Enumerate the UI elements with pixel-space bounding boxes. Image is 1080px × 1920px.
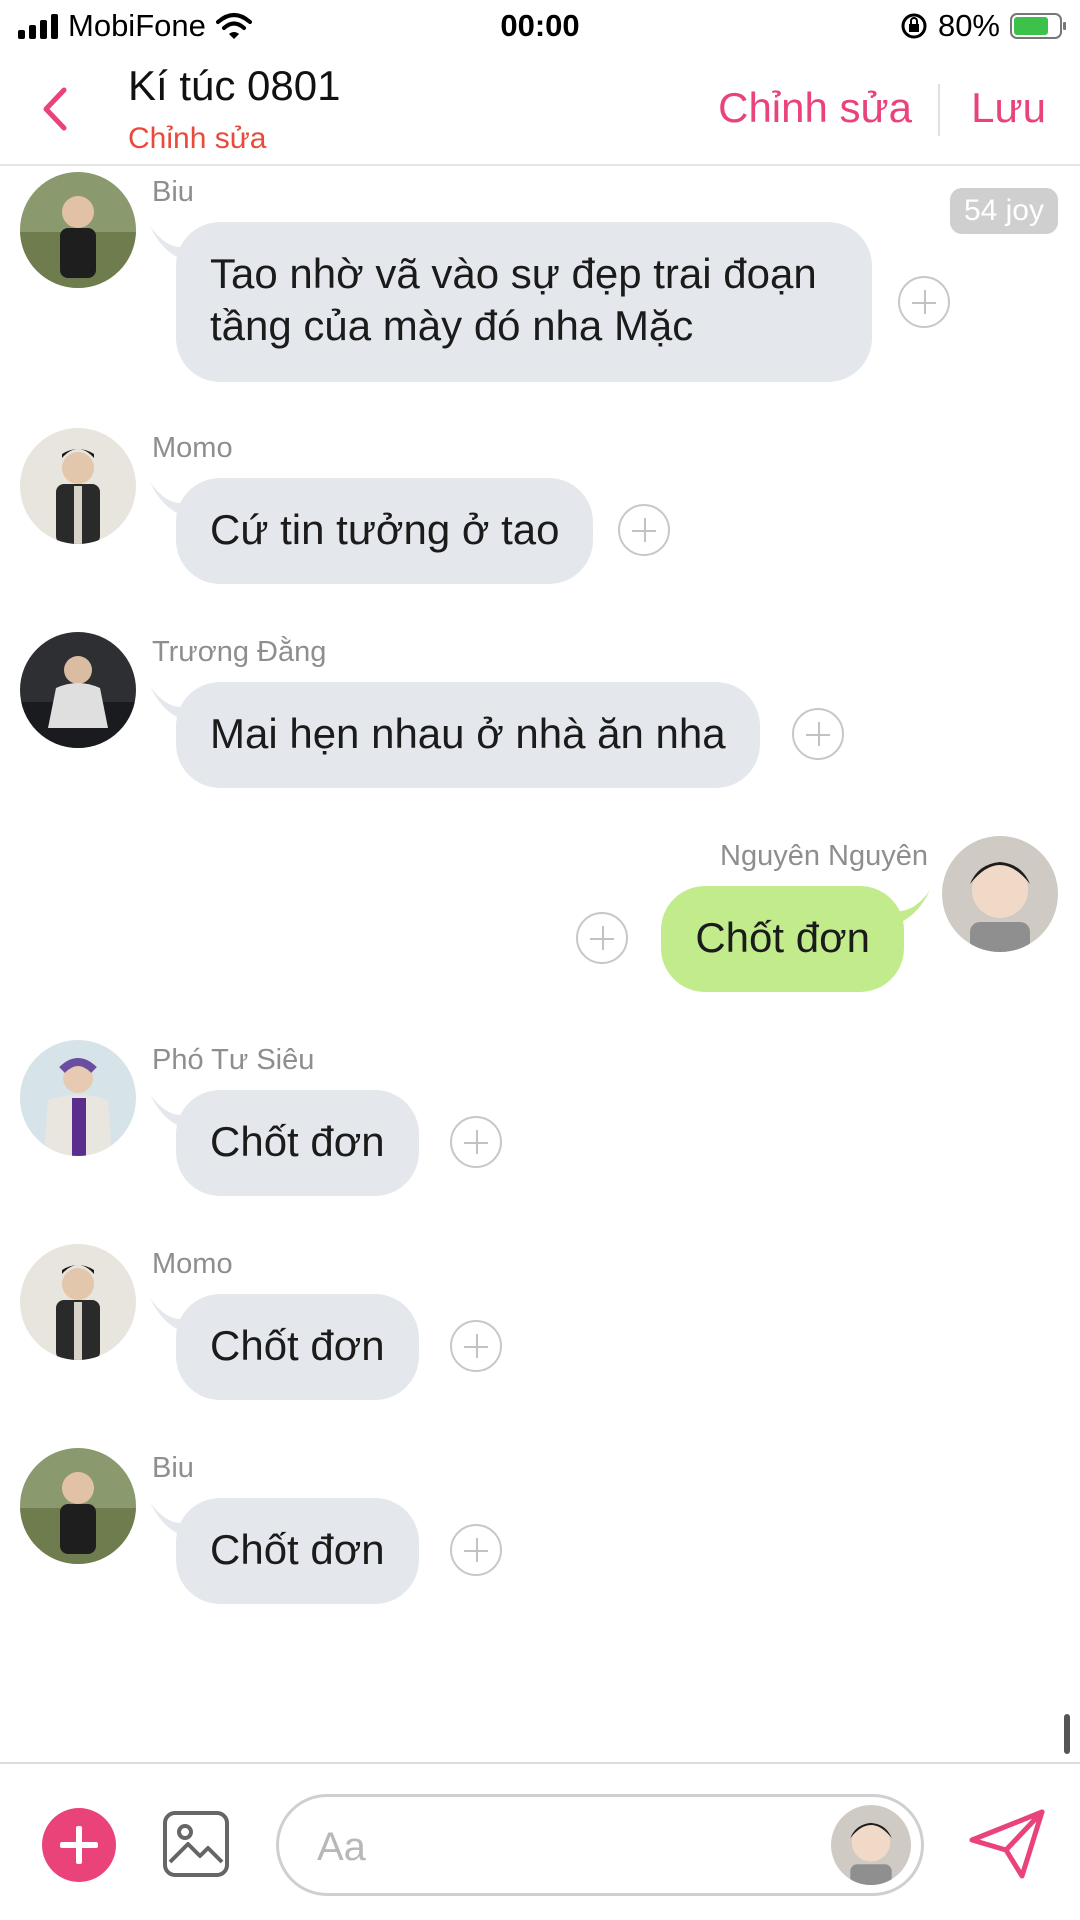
avatar[interactable] bbox=[20, 1448, 136, 1564]
joy-badge: 54 joy bbox=[949, 188, 1058, 234]
message-bubble[interactable]: Chốt đơn bbox=[661, 886, 904, 992]
battery-percent: 80% bbox=[937, 8, 1000, 43]
rotation-lock-icon bbox=[901, 13, 927, 39]
sender-name: Momo bbox=[152, 1248, 233, 1280]
chat-subtitle: Chỉnh sửa bbox=[128, 122, 267, 155]
sender-name: Phó Tư Siêu bbox=[152, 1044, 315, 1076]
message-input[interactable] bbox=[315, 1821, 799, 1873]
chat-title: Kí túc 0801 bbox=[128, 62, 341, 109]
message-bubble[interactable]: Chốt đơn bbox=[176, 1498, 419, 1604]
status-right: 80% bbox=[900, 8, 1066, 44]
message-text-line: tầng của mày đó nha Mặc bbox=[210, 302, 694, 349]
avatar[interactable] bbox=[20, 428, 136, 544]
sender-name: Momo bbox=[152, 432, 233, 464]
status-bar: MobiFone 00:00 80% bbox=[0, 0, 1080, 54]
avatar[interactable] bbox=[20, 1040, 136, 1156]
scroll-indicator[interactable] bbox=[1064, 1714, 1070, 1754]
message-bubble[interactable]: Cứ tin tưởng ở tao bbox=[176, 478, 594, 584]
plus-circle-icon[interactable] bbox=[42, 1808, 116, 1882]
composer-bar bbox=[0, 1762, 1080, 1920]
header-divider bbox=[938, 84, 940, 136]
paper-plane-icon[interactable] bbox=[968, 1808, 1046, 1880]
message-bubble[interactable]: Chốt đơn bbox=[176, 1294, 419, 1400]
avatar[interactable] bbox=[20, 1244, 136, 1360]
message-bubble[interactable]: Chốt đơn bbox=[176, 1090, 419, 1196]
message-bubble[interactable]: Tao nhờ vã vào sự đẹp trai đoạn tầng của… bbox=[176, 222, 872, 382]
message-bubble[interactable]: Mai hẹn nhau ở nhà ăn nha bbox=[176, 682, 760, 788]
add-reaction-button[interactable] bbox=[450, 1320, 502, 1372]
sender-name: Biu bbox=[152, 1452, 194, 1484]
avatar[interactable] bbox=[20, 172, 136, 288]
add-reaction-button[interactable] bbox=[792, 708, 844, 760]
sender-name: Biu bbox=[152, 176, 194, 208]
image-icon[interactable] bbox=[162, 1810, 230, 1878]
avatar[interactable] bbox=[20, 632, 136, 748]
add-reaction-button[interactable] bbox=[898, 276, 950, 328]
avatar[interactable] bbox=[831, 1805, 911, 1885]
add-reaction-button[interactable] bbox=[450, 1116, 502, 1168]
chevron-left-icon[interactable] bbox=[36, 84, 76, 134]
battery-icon bbox=[1010, 13, 1066, 39]
message-input-container[interactable] bbox=[276, 1794, 924, 1896]
chat-header: Kí túc 0801 Chỉnh sửa Chỉnh sửa Lưu bbox=[0, 54, 1080, 166]
avatar[interactable] bbox=[942, 836, 1058, 952]
sender-name: Nguyên Nguyên bbox=[720, 840, 928, 872]
edit-button[interactable]: Chỉnh sửa bbox=[718, 84, 912, 132]
add-reaction-button[interactable] bbox=[618, 504, 670, 556]
message-text-line: Tao nhờ vã vào sự đẹp trai đoạn bbox=[210, 250, 817, 297]
sender-name: Trương Đằng bbox=[152, 636, 327, 668]
save-button[interactable]: Lưu bbox=[971, 84, 1046, 132]
add-reaction-button[interactable] bbox=[450, 1524, 502, 1576]
add-reaction-button[interactable] bbox=[576, 912, 628, 964]
